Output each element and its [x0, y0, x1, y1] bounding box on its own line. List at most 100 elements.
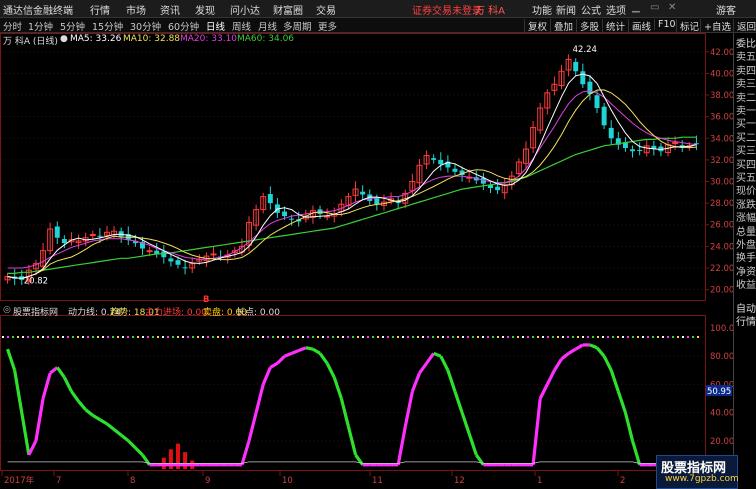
indicator-dot — [87, 336, 89, 338]
restore-icon[interactable]: ▭ — [650, 2, 659, 13]
menu-quotes[interactable]: 行情 — [90, 2, 110, 17]
period-30min[interactable]: 30分钟 — [130, 19, 161, 33]
indicator-dot — [142, 336, 144, 338]
login-warning[interactable]: 证券交易未登录 — [412, 2, 482, 17]
menu-ask[interactable]: 问小达 — [230, 2, 260, 17]
period-more[interactable]: 更多 — [318, 19, 337, 33]
period-monthly[interactable]: 月线 — [258, 19, 277, 33]
period-1min[interactable]: 1分钟 — [28, 19, 53, 33]
period-tick[interactable]: 分时 — [3, 19, 22, 33]
indicator-dot — [162, 336, 164, 338]
indicator-dot — [362, 336, 364, 338]
indicator-dot — [627, 336, 629, 338]
indicator-dot — [377, 336, 379, 338]
indicator-dot — [77, 336, 79, 338]
indicator-dot — [577, 336, 579, 338]
indicator-dot — [342, 336, 344, 338]
menu-discover[interactable]: 发现 — [195, 2, 215, 17]
indicator-dot — [697, 336, 699, 338]
indicator-dot — [572, 336, 574, 338]
candle-body-down — [594, 95, 600, 109]
indicator-dot — [497, 336, 499, 338]
indicator-dot — [637, 336, 639, 338]
period-daily[interactable]: 日线 — [206, 19, 225, 33]
indicator-dot — [337, 336, 339, 338]
candle-body-down — [431, 158, 437, 160]
indicator-dot — [412, 336, 414, 338]
indicator-dot — [477, 336, 479, 338]
minimize-icon[interactable]: ▁ — [632, 2, 640, 13]
period-15min[interactable]: 15分钟 — [92, 19, 123, 33]
statistics-button[interactable]: 统计 — [602, 19, 625, 33]
menu-newsfeed[interactable]: 新闻 — [556, 2, 576, 17]
cursor-value: 50.95 — [707, 387, 731, 397]
menu-news[interactable]: 资讯 — [160, 2, 180, 17]
menu-options[interactable]: 选项 — [606, 2, 626, 17]
trend-segment — [298, 346, 307, 353]
side-item-20[interactable]: 行情 — [736, 313, 756, 328]
indicator-dot — [192, 336, 194, 338]
price-tick-label: 36.00 — [710, 113, 733, 123]
indicator-dot — [52, 336, 54, 338]
period-multi[interactable]: 多周期 — [283, 19, 312, 33]
period-60min[interactable]: 60分钟 — [168, 19, 199, 33]
indicator-dot — [677, 336, 679, 338]
candle-body-down — [175, 260, 181, 265]
indicator-name[interactable]: 股票指标网 — [13, 305, 58, 318]
title-bar: 通达信金融终端 行情 市场 资讯 发现 问小达 财富圈 交易 证券交易未登录 万… — [0, 0, 756, 18]
trend-segment — [312, 347, 321, 355]
indicator-tick-label: 100.00 — [710, 324, 733, 334]
menu-market[interactable]: 市场 — [126, 2, 146, 17]
price-tick-label: 40.00 — [710, 69, 733, 79]
menu-trade[interactable]: 交易 — [316, 2, 336, 17]
price-tick-label: 26.00 — [710, 221, 733, 231]
period-5min[interactable]: 5分钟 — [60, 19, 85, 33]
main-force-value: 主力进场: 0.00 — [145, 308, 207, 318]
trend-segment — [254, 384, 265, 413]
indicator-dot — [127, 336, 129, 338]
add-watchlist-button[interactable]: +自选 — [700, 19, 731, 33]
trend-segment — [99, 418, 108, 426]
f10-button[interactable]: F10 — [654, 19, 676, 30]
trend-segment — [291, 349, 300, 355]
back-button[interactable]: 返回 — [733, 19, 756, 33]
adjust-button[interactable]: 复权 — [524, 19, 547, 33]
indicator-dot — [552, 336, 554, 338]
indicator-dot — [27, 336, 29, 338]
indicator-dot-icon: ◎ — [3, 305, 11, 315]
trend-segment — [240, 440, 251, 466]
guest-user[interactable]: 游客 — [716, 2, 736, 17]
period-weekly[interactable]: 周线 — [232, 19, 251, 33]
indicator-dot — [172, 336, 174, 338]
price-tick-label: 30.00 — [710, 178, 733, 188]
trend-segment — [453, 390, 464, 414]
ma10-line — [7, 89, 697, 279]
trend-segment — [120, 433, 130, 443]
low-price-label: 20.82 — [24, 277, 48, 287]
mark-button[interactable]: 标记 — [676, 19, 699, 33]
candle-body-up — [146, 250, 153, 253]
trend-segment — [630, 440, 642, 466]
candle-body-up — [210, 253, 217, 256]
indicator-dot — [57, 336, 59, 338]
indicator-dot — [72, 336, 74, 338]
indicator-dot — [317, 336, 319, 338]
menu-wealth[interactable]: 财富圈 — [273, 2, 303, 17]
indicator-dot — [662, 336, 664, 338]
power-line — [7, 461, 697, 464]
trend-segment — [439, 355, 450, 372]
close-icon[interactable]: ✕ — [668, 2, 676, 13]
price-tick-label: 34.00 — [710, 134, 733, 144]
trend-segment — [6, 348, 17, 371]
draw-line-button[interactable]: 画线 — [628, 19, 651, 33]
multi-stock-button[interactable]: 多股 — [576, 19, 599, 33]
indicator-dot — [212, 336, 214, 338]
trend-segment — [134, 446, 144, 457]
menu-function[interactable]: 功能 — [532, 2, 552, 17]
indicator-dot — [422, 336, 424, 338]
chart-area[interactable]: 42.00 40.00 38.00 36.00 34.00 32.00 30.00 28.00… — [0, 33, 733, 487]
trend-segment — [318, 352, 329, 365]
menu-formula[interactable]: 公式 — [581, 2, 601, 17]
price-tick-label: 38.00 — [710, 91, 733, 101]
overlay-button[interactable]: 叠加 — [550, 19, 573, 33]
